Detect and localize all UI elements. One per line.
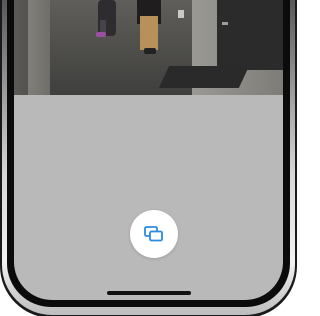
- camera-feed-view[interactable]: [14, 0, 283, 95]
- camera-door: [217, 0, 283, 70]
- device-mockup: [0, 0, 297, 316]
- camera-person-left-shoe: [96, 32, 106, 37]
- screens-switch-icon: [144, 226, 163, 242]
- camera-door-handle: [222, 22, 228, 25]
- camera-wall-device: [178, 10, 184, 18]
- camera-person-right-legs: [140, 16, 158, 50]
- home-indicator[interactable]: [107, 291, 191, 295]
- phone-screen: [14, 0, 283, 300]
- camera-person-right-shoe: [144, 48, 156, 54]
- switch-view-button[interactable]: [130, 210, 178, 258]
- camera-doormat: [158, 66, 250, 88]
- camera-edge-shadow: [14, 0, 28, 95]
